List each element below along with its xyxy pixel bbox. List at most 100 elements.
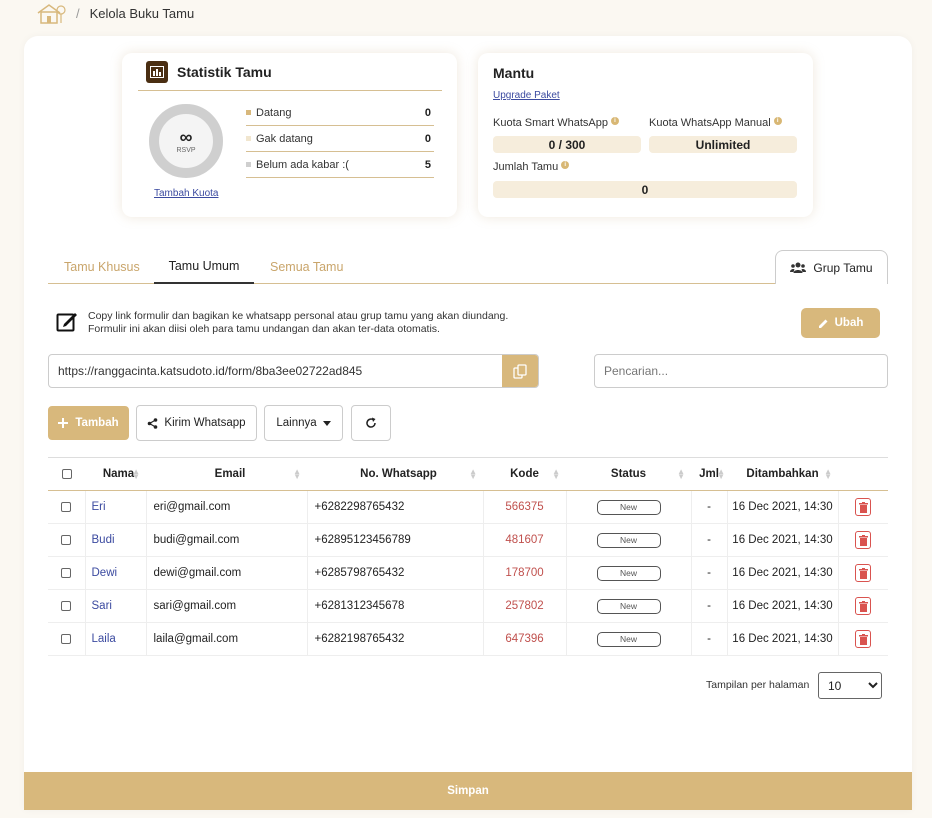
cell-whatsapp: +6282298765432 (307, 490, 484, 524)
cell-jml: - (691, 556, 728, 590)
sort-icon: ▲ ▼ (552, 467, 560, 481)
guest-table: Nama ▲ ▼ Email ▲ ▼ No. Whatsapp ▲ ▼ Kode ▲ ▼ Sta… (48, 457, 888, 656)
cell-kode: 257802 (483, 589, 567, 623)
delete-button[interactable] (855, 630, 872, 648)
sort-icon: ▲ ▼ (677, 467, 685, 481)
upgrade-paket-link[interactable]: Upgrade Paket (493, 90, 560, 101)
smart-whatsapp-label: Kuota Smart WhatsApp i (493, 117, 619, 129)
select-all-checkbox[interactable] (61, 468, 72, 479)
legend-label: Belum ada kabar :( (256, 158, 349, 171)
header-whatsapp[interactable]: No. Whatsapp ▲ ▼ (307, 457, 483, 491)
header-kode[interactable]: Kode ▲ ▼ (483, 457, 566, 491)
cell-nama[interactable]: Laila (85, 622, 147, 656)
header-email[interactable]: Email ▲ ▼ (146, 457, 307, 491)
home-icon[interactable] (36, 2, 66, 24)
grup-tamu-label: Grup Tamu (813, 260, 873, 275)
kirim-whatsapp-button[interactable]: Kirim Whatsapp (136, 405, 257, 441)
row-checkbox[interactable] (61, 567, 72, 578)
info-icon[interactable]: i (773, 117, 782, 125)
tab-tamu-khusus[interactable]: Tamu Khusus (64, 249, 140, 284)
header-ditambahkan[interactable]: Ditambahkan ▲ ▼ (727, 457, 838, 491)
cell-ditambahkan: 16 Dec 2021, 14:30 (727, 589, 839, 623)
delete-button[interactable] (855, 498, 872, 516)
per-page-select[interactable]: 10 (818, 672, 882, 699)
cell-ditambahkan: 16 Dec 2021, 14:30 (727, 490, 839, 524)
trash-icon (858, 567, 868, 579)
cell-whatsapp: +6285798765432 (307, 556, 484, 590)
info-icon[interactable]: i (610, 117, 619, 125)
cell-kode: 566375 (483, 490, 567, 524)
cell-nama[interactable]: Budi (85, 523, 147, 557)
ubah-button[interactable]: Ubah (801, 308, 880, 338)
delete-button[interactable] (855, 597, 872, 615)
legend-swatch (246, 162, 251, 167)
lainnya-label: Lainnya (276, 417, 317, 429)
tab-semua-tamu[interactable]: Semua Tamu (270, 249, 343, 284)
header-nama[interactable]: Nama ▲ ▼ (85, 457, 146, 491)
form-info: Copy link formulir dan bagikan ke whatsa… (56, 310, 508, 336)
search-input[interactable] (594, 354, 888, 388)
delete-button[interactable] (855, 564, 872, 582)
cell-email: laila@gmail.com (146, 622, 308, 656)
legend-value: 5 (424, 158, 431, 171)
table-row[interactable]: Eri eri@gmail.com +6282298765432 566375 … (48, 490, 888, 524)
bar-chart-icon (146, 61, 168, 83)
cell-ditambahkan: 16 Dec 2021, 14:30 (727, 556, 839, 590)
stats-title: Statistik Tamu (177, 64, 272, 80)
tab-tamu-umum[interactable]: Tamu Umum (154, 249, 254, 284)
table-row[interactable]: Sari sari@gmail.com +6281312345678 25780… (48, 589, 888, 623)
table-row[interactable]: Dewi dewi@gmail.com +6285798765432 17870… (48, 556, 888, 590)
delete-button[interactable] (855, 531, 872, 549)
legend-value: 0 (424, 132, 431, 145)
cell-email: budi@gmail.com (146, 523, 308, 557)
row-checkbox[interactable] (61, 633, 72, 644)
header-jml[interactable]: Jml ▲ ▼ (691, 457, 727, 491)
cell-whatsapp: +62895123456789 (307, 523, 484, 557)
grup-tamu-button[interactable]: Grup Tamu (775, 250, 888, 284)
trash-icon (858, 501, 868, 513)
status-badge: New (596, 565, 661, 581)
legend-label: Datang (256, 106, 292, 119)
refresh-button[interactable] (351, 405, 391, 441)
form-info-line2: Formulir ini akan diisi oleh para tamu u… (88, 323, 440, 335)
info-icon[interactable]: i (561, 161, 570, 169)
cell-jml: - (691, 523, 728, 557)
simpan-button[interactable]: Simpan (24, 772, 912, 810)
breadcrumb-current: Kelola Buku Tamu (89, 5, 195, 21)
copy-icon (513, 363, 527, 379)
header-status[interactable]: Status ▲ ▼ (566, 457, 691, 491)
divider (138, 90, 442, 91)
smart-whatsapp-value: 0 / 300 (493, 136, 641, 153)
table-row[interactable]: Laila laila@gmail.com +6282198765432 647… (48, 622, 888, 656)
form-info-line1: Copy link formulir dan bagikan ke whatsa… (88, 310, 509, 322)
sort-icon: ▲ ▼ (132, 467, 140, 481)
form-url-field[interactable]: https://ranggacinta.katsudoto.id/form/8b… (48, 354, 539, 388)
tambah-button[interactable]: Tambah (48, 406, 129, 440)
legend-datang: Datang 0 (246, 100, 434, 126)
sort-icon: ▲ ▼ (824, 467, 832, 481)
trash-icon (858, 534, 868, 546)
caret-down-icon (322, 420, 331, 426)
cell-whatsapp: +6282198765432 (307, 622, 484, 656)
legend-swatch (246, 136, 251, 141)
sort-icon: ▲ ▼ (469, 467, 477, 481)
copy-link-button[interactable] (502, 355, 538, 387)
cell-nama[interactable]: Dewi (85, 556, 147, 590)
tambah-kuota-link[interactable]: Tambah Kuota (154, 188, 219, 199)
cell-jml: - (691, 490, 728, 524)
row-checkbox[interactable] (61, 501, 72, 512)
rsvp-donut: ∞ RSVP (149, 104, 223, 178)
row-checkbox[interactable] (61, 600, 72, 611)
trash-icon (858, 600, 868, 612)
cell-nama[interactable]: Eri (85, 490, 147, 524)
table-row[interactable]: Budi budi@gmail.com +62895123456789 4816… (48, 523, 888, 557)
legend-value: 0 (424, 106, 431, 119)
row-checkbox[interactable] (61, 534, 72, 545)
cell-ditambahkan: 16 Dec 2021, 14:30 (727, 622, 839, 656)
cell-kode: 178700 (483, 556, 567, 590)
cell-jml: - (691, 622, 728, 656)
sort-icon: ▲ ▼ (293, 467, 301, 481)
lainnya-dropdown[interactable]: Lainnya (264, 405, 343, 441)
kirim-whatsapp-label: Kirim Whatsapp (164, 417, 246, 429)
cell-nama[interactable]: Sari (85, 589, 147, 623)
